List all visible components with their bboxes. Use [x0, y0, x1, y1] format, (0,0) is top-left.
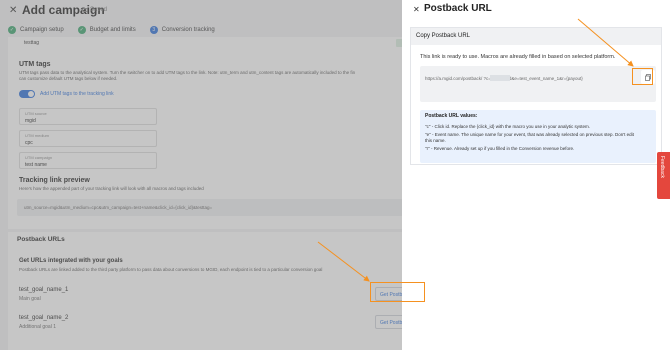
feedback-label: Feedback [659, 156, 665, 178]
postback-drawer: ✕ Postback URL Copy Postback URL This li… [402, 0, 670, 350]
info-line: "e" - Event name. The unique name for yo… [425, 132, 634, 137]
feedback-tab[interactable]: Feedback [657, 152, 670, 199]
panel-title: Copy Postback URL [416, 33, 471, 39]
info-line: "c" - Click id. Replace the {click_id} w… [425, 124, 591, 129]
highlight-box [370, 282, 425, 302]
highlight-box [632, 68, 653, 85]
info-line: this name. [425, 138, 446, 143]
panel-header: Copy Postback URL [411, 28, 661, 45]
postback-values-info: Postback URL values: "c" - Click id. Rep… [420, 110, 656, 163]
copy-postback-panel: Copy Postback URL This link is ready to … [410, 27, 662, 165]
modal-backdrop[interactable] [0, 0, 402, 350]
ready-text: This link is ready to use. Macros are al… [420, 54, 616, 60]
postback-url-field[interactable]: https://a.mgid.com/postback/ ?c=testemai… [420, 66, 656, 102]
info-line: "r" - Revenue. Already set up if you fil… [425, 146, 575, 151]
info-heading: Postback URL values: [425, 113, 478, 119]
drawer-title: Postback URL [424, 3, 492, 14]
close-icon[interactable]: ✕ [413, 5, 420, 14]
redacted-segment [490, 75, 510, 81]
